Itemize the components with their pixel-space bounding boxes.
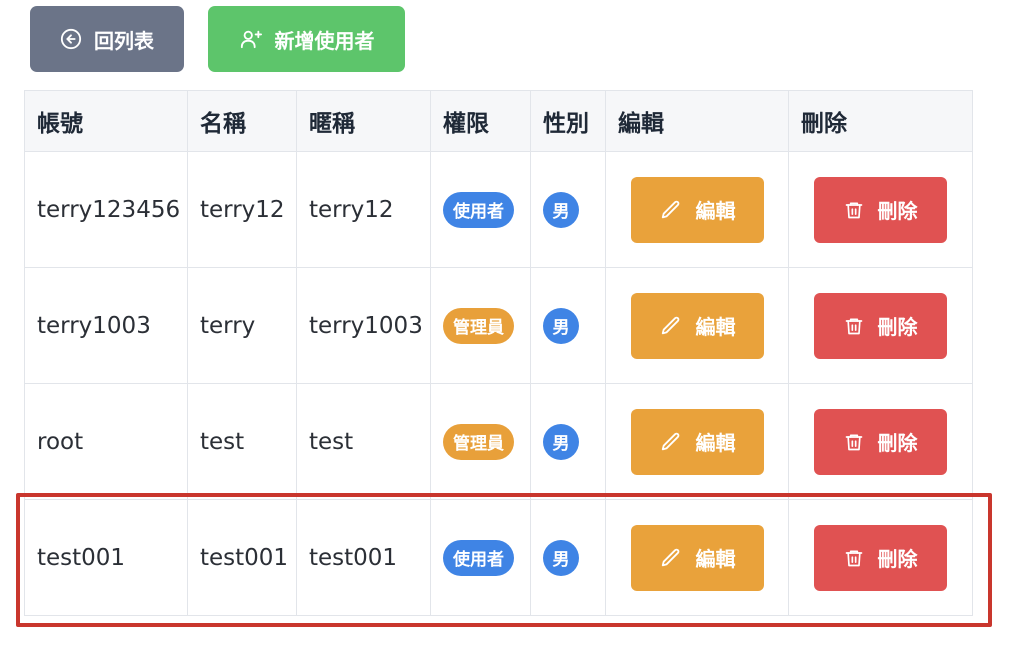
edit-label: 編輯	[695, 315, 736, 339]
cell-name: terry	[187, 267, 297, 384]
cell-name: test001	[187, 499, 297, 616]
delete-button[interactable]: 刪除	[814, 292, 947, 359]
cell-account: root	[24, 383, 188, 500]
back-to-list-button[interactable]: 回列表	[30, 6, 184, 72]
header-nickname: 暱稱	[296, 90, 431, 152]
cell-edit: 編輯	[605, 499, 789, 616]
header-edit: 編輯	[605, 90, 789, 152]
cell-account: terry1003	[24, 267, 188, 384]
gender-badge: 男	[543, 307, 579, 344]
cell-name: terry12	[187, 151, 297, 268]
cell-gender: 男	[530, 151, 606, 268]
cell-nickname: terry12	[296, 151, 431, 268]
delete-label: 刪除	[877, 431, 918, 455]
header-delete: 刪除	[788, 90, 973, 152]
table-row: terry123456 terry12 terry12 使用者 男 編輯 刪除	[24, 151, 973, 268]
users-table: 帳號 名稱 暱稱 權限 性別 編輯 刪除 terry123456 terry12…	[24, 90, 973, 616]
role-badge: 使用者	[443, 191, 514, 228]
add-user-label: 新增使用者	[274, 28, 375, 53]
header-role: 權限	[430, 90, 531, 152]
table-row: root test test 管理員 男 編輯 刪除	[24, 383, 973, 500]
cell-delete: 刪除	[788, 151, 973, 268]
edit-label: 編輯	[695, 199, 736, 223]
cell-role: 使用者	[430, 151, 531, 268]
role-badge: 管理員	[443, 423, 514, 460]
header-account: 帳號	[24, 90, 188, 152]
cell-gender: 男	[530, 383, 606, 500]
cell-delete: 刪除	[788, 499, 973, 616]
cell-account: terry123456	[24, 151, 188, 268]
cell-role: 管理員	[430, 267, 531, 384]
trash-icon	[845, 318, 862, 334]
delete-label: 刪除	[877, 199, 918, 223]
pencil-icon	[661, 432, 679, 450]
delete-button[interactable]: 刪除	[814, 524, 947, 591]
delete-label: 刪除	[877, 315, 918, 339]
pencil-icon	[661, 200, 679, 218]
add-user-button[interactable]: 新增使用者	[208, 6, 405, 72]
edit-label: 編輯	[695, 547, 736, 571]
cell-edit: 編輯	[605, 151, 789, 268]
cell-delete: 刪除	[788, 383, 973, 500]
cell-nickname: test001	[296, 499, 431, 616]
trash-icon	[845, 202, 862, 218]
pencil-icon	[661, 316, 679, 334]
cell-account: test001	[24, 499, 188, 616]
cell-nickname: terry1003	[296, 267, 431, 384]
cell-role: 使用者	[430, 499, 531, 616]
edit-button[interactable]: 編輯	[631, 524, 764, 591]
cell-role: 管理員	[430, 383, 531, 500]
cell-gender: 男	[530, 499, 606, 616]
edit-label: 編輯	[695, 431, 736, 455]
trash-icon	[845, 434, 862, 450]
cell-gender: 男	[530, 267, 606, 384]
gender-badge: 男	[543, 423, 579, 460]
delete-label: 刪除	[877, 547, 918, 571]
back-to-list-label: 回列表	[94, 28, 154, 53]
cell-name: test	[187, 383, 297, 500]
cell-nickname: test	[296, 383, 431, 500]
edit-button[interactable]: 編輯	[631, 176, 764, 243]
delete-button[interactable]: 刪除	[814, 408, 947, 475]
arrow-left-circle-icon	[60, 28, 82, 50]
table-row: test001 test001 test001 使用者 男 編輯 刪除	[24, 499, 973, 616]
role-badge: 使用者	[443, 539, 514, 576]
edit-button[interactable]: 編輯	[631, 408, 764, 475]
role-badge: 管理員	[443, 307, 514, 344]
cell-delete: 刪除	[788, 267, 973, 384]
pencil-icon	[661, 548, 679, 566]
user-plus-icon	[240, 30, 262, 49]
cell-edit: 編輯	[605, 383, 789, 500]
delete-button[interactable]: 刪除	[814, 176, 947, 243]
header-name: 名稱	[187, 90, 297, 152]
table-row: terry1003 terry terry1003 管理員 男 編輯 刪除	[24, 267, 973, 384]
gender-badge: 男	[543, 539, 579, 576]
trash-icon	[845, 550, 862, 566]
table-header-row: 帳號 名稱 暱稱 權限 性別 編輯 刪除	[24, 90, 973, 152]
header-gender: 性別	[530, 90, 606, 152]
gender-badge: 男	[543, 191, 579, 228]
cell-edit: 編輯	[605, 267, 789, 384]
edit-button[interactable]: 編輯	[631, 292, 764, 359]
